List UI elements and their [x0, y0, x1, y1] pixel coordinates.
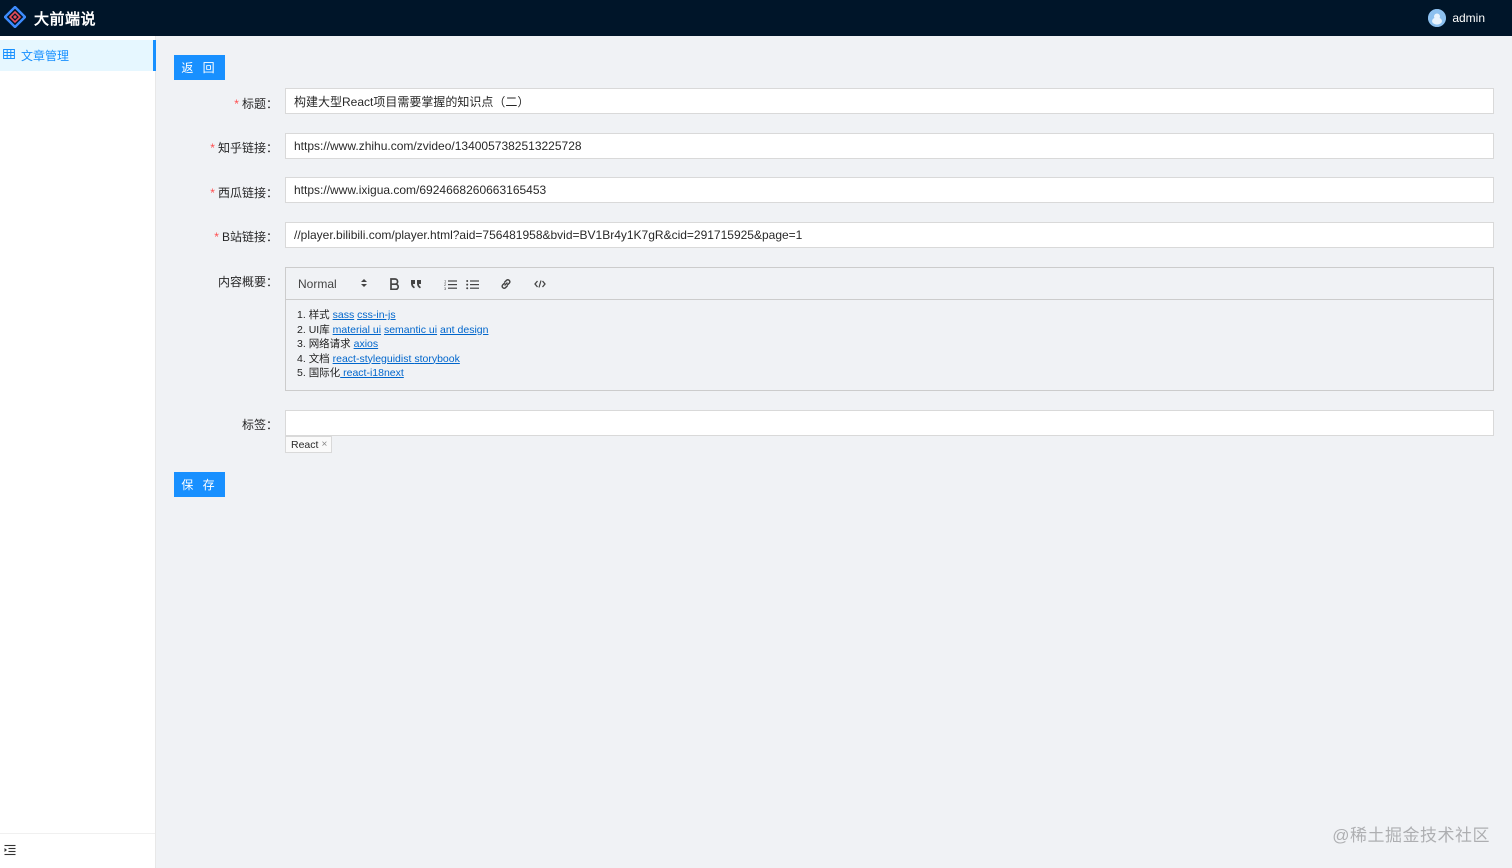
label-colon: ：: [265, 418, 278, 432]
summary-label-text: 内容概要: [217, 275, 266, 289]
bold-icon[interactable]: [385, 275, 403, 293]
zhihu-link-label-text: 知乎链接: [217, 141, 266, 155]
rich-text-editor: Normal 123 1. 样式 sass css-in-js 2. UI库 m…: [285, 267, 1494, 391]
xigua-link-label-text: 西瓜链接: [217, 186, 266, 200]
required-mark: *: [210, 186, 215, 200]
xigua-link-input[interactable]: https://www.ixigua.com/69246682606631654…: [285, 177, 1494, 203]
sidebar-item-article-management[interactable]: 文章管理: [0, 40, 156, 71]
list-item: 5. 国际化 react-i18next: [297, 366, 1482, 381]
list-number: 1.: [297, 309, 306, 321]
summary-label: 内容概要：: [218, 273, 278, 290]
editor-toolbar: Normal 123: [286, 268, 1493, 300]
close-icon[interactable]: ×: [321, 439, 327, 450]
list-item: 3. 网络请求 axios: [297, 337, 1482, 352]
menu-fold-icon: [4, 844, 16, 859]
tags-label-text: 标签: [241, 418, 266, 432]
format-select-value: Normal: [298, 277, 337, 291]
editor-link[interactable]: css-in-js: [357, 309, 396, 321]
list-text: 国际化: [308, 367, 341, 379]
xigua-link-label: * 西瓜链接：: [210, 184, 278, 201]
list-text: 样式: [308, 309, 330, 321]
sidebar: 文章管理: [0, 36, 156, 868]
list-number: 2.: [297, 323, 306, 336]
tags-input[interactable]: [285, 410, 1494, 436]
bilibili-link-label-text: B站链接: [221, 230, 266, 244]
save-button[interactable]: 保 存: [174, 472, 225, 497]
list-item: 2. UI库 material ui semantic ui ant desig…: [297, 323, 1482, 338]
editor-link[interactable]: ant design: [440, 324, 488, 336]
sidebar-item-label: 文章管理: [21, 49, 70, 63]
user-menu[interactable]: admin: [1428, 9, 1485, 27]
list-item: 4. 文档 react-styleguidist storybook: [297, 352, 1482, 367]
label-colon: ：: [265, 230, 278, 244]
list-number: 4.: [297, 352, 306, 365]
editor-link[interactable]: material ui: [333, 324, 381, 336]
title-input[interactable]: 构建大型React项目需要掌握的知识点（二）: [285, 88, 1494, 114]
editor-link[interactable]: storybook: [414, 353, 460, 365]
format-select[interactable]: Normal: [298, 275, 368, 293]
code-block-icon[interactable]: [531, 275, 549, 293]
title-label-text: 标题: [241, 97, 266, 111]
select-arrows-icon: [360, 277, 368, 292]
sidebar-collapse-trigger[interactable]: [0, 833, 155, 868]
label-colon: ：: [265, 186, 278, 200]
react-diamond-logo-icon: [3, 4, 27, 31]
main-content: 返 回 * 标题： 构建大型React项目需要掌握的知识点（二） * 知乎链接： h…: [156, 36, 1512, 868]
editor-link[interactable]: sass: [333, 309, 355, 321]
label-colon: ：: [265, 97, 278, 111]
top-header: 大前端说 admin: [0, 0, 1512, 36]
editor-content[interactable]: 1. 样式 sass css-in-js 2. UI库 material ui …: [286, 300, 1493, 389]
required-mark: *: [210, 141, 215, 155]
list-text: UI库: [308, 323, 330, 336]
list-text: 网络请求: [308, 338, 351, 350]
bilibili-link-label: * B站链接：: [214, 228, 278, 245]
bullet-list-icon[interactable]: [463, 275, 481, 293]
brand[interactable]: 大前端说: [3, 4, 97, 31]
required-mark: *: [234, 97, 239, 111]
avatar-icon: [1428, 9, 1447, 27]
editor-link[interactable]: semantic ui: [384, 324, 437, 336]
list-number: 3.: [297, 338, 306, 350]
table-icon: [3, 48, 15, 63]
list-text: 文档: [308, 352, 330, 365]
list-item: 1. 样式 sass css-in-js: [297, 308, 1482, 323]
back-button[interactable]: 返 回: [174, 55, 225, 80]
watermark: @稀土掘金技术社区: [1332, 826, 1490, 845]
required-mark: *: [214, 230, 219, 244]
username: admin: [1452, 11, 1485, 25]
tag-react[interactable]: React ×: [285, 436, 333, 453]
link-icon[interactable]: [497, 275, 515, 293]
editor-link[interactable]: react-styleguidist: [333, 353, 415, 365]
zhihu-link-label: * 知乎链接：: [210, 139, 278, 156]
title-label: * 标题：: [234, 95, 278, 112]
blockquote-icon[interactable]: [407, 275, 425, 293]
list-number: 5.: [297, 367, 306, 379]
editor-link[interactable]: react-i18next: [340, 367, 404, 379]
svg-text:3: 3: [444, 285, 447, 289]
label-colon: ：: [265, 275, 278, 289]
tag-label: React: [291, 438, 319, 451]
brand-title: 大前端说: [34, 10, 97, 28]
zhihu-link-input[interactable]: https://www.zhihu.com/zvideo/13400573825…: [285, 133, 1494, 159]
bilibili-link-input[interactable]: //player.bilibili.com/player.html?aid=75…: [285, 222, 1494, 248]
label-colon: ：: [265, 141, 278, 155]
tags-label: 标签：: [242, 416, 278, 433]
editor-link[interactable]: axios: [354, 338, 379, 350]
ordered-list-icon[interactable]: 123: [441, 275, 459, 293]
